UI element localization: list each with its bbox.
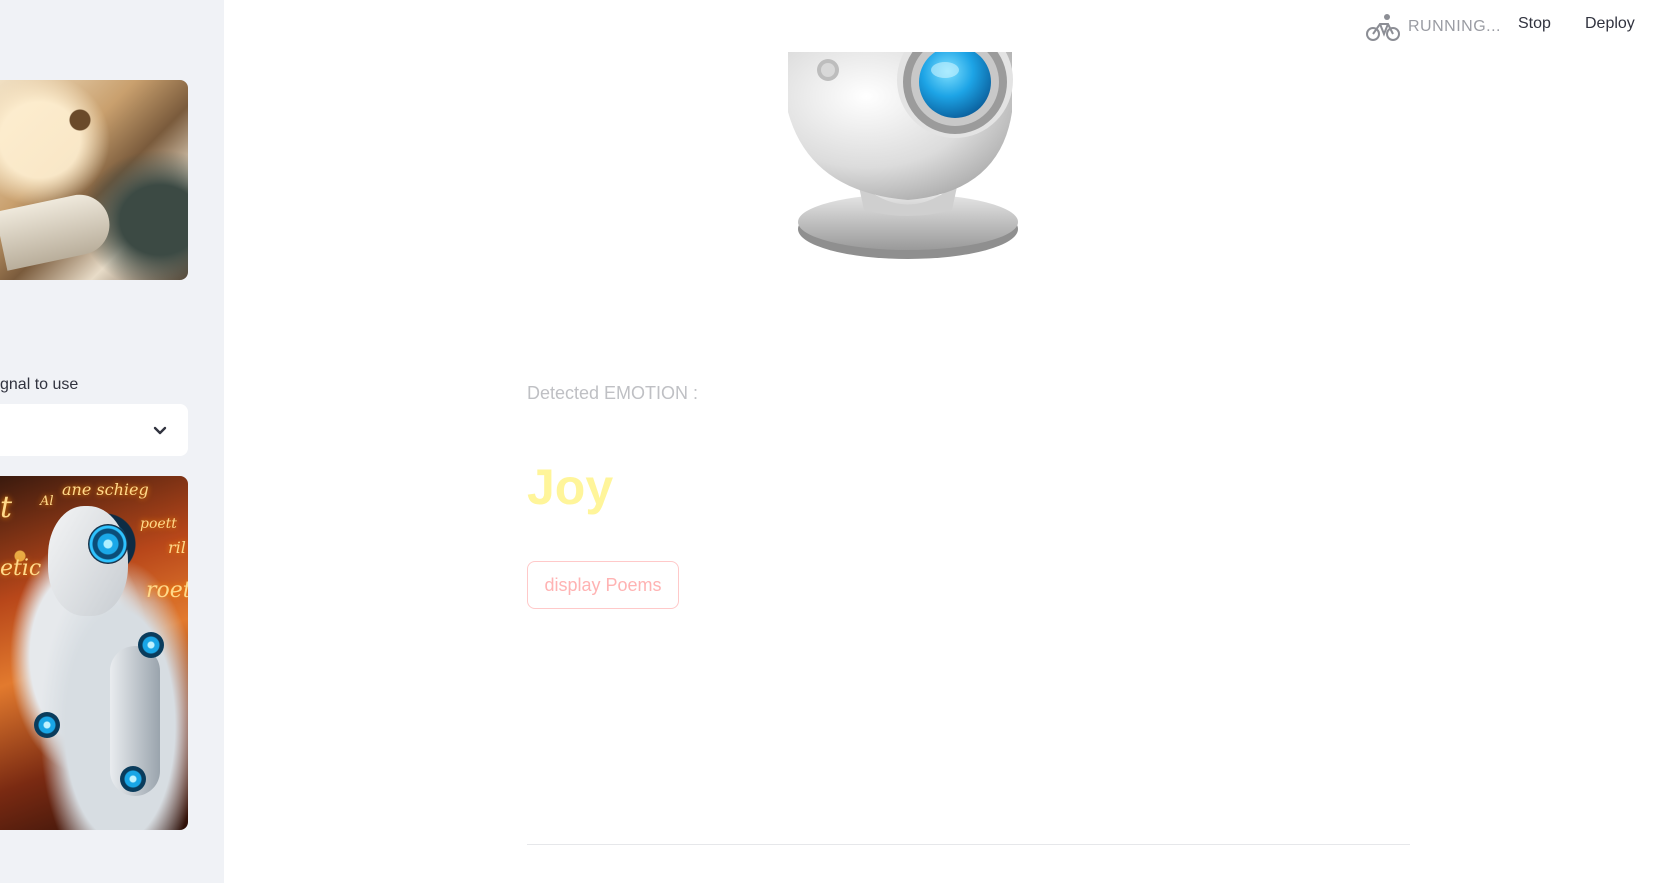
image-word: Al <box>40 494 54 509</box>
display-poems-button[interactable]: display Poems <box>527 561 679 609</box>
image-word: etic <box>0 556 42 581</box>
divider <box>527 844 1410 845</box>
scroll-shape <box>0 189 116 271</box>
image-word: t <box>0 490 13 525</box>
ai-robot-image: ane schieg Al t poett etic roet ril <box>0 476 188 830</box>
image-word: ane schieg <box>62 480 149 499</box>
sidebar: gnal to use ane schieg Al t poett etic r… <box>0 0 224 883</box>
robot-joint <box>120 766 146 792</box>
image-word: roet <box>146 578 188 603</box>
signal-select[interactable] <box>0 404 188 456</box>
emotion-label: Detected EMOTION : <box>527 383 699 403</box>
image-word: ril <box>168 538 186 557</box>
image-word: poett <box>140 516 177 532</box>
stop-button[interactable]: Stop <box>1518 15 1551 33</box>
running-status: RUNNING... <box>1366 12 1501 42</box>
robot-joint <box>34 712 60 738</box>
webcam-icon <box>780 52 1040 272</box>
running-label: RUNNING... <box>1408 18 1501 35</box>
poetry-scroll-image <box>0 80 188 280</box>
select-label: gnal to use <box>0 376 79 393</box>
emotion-value: Joy <box>527 459 614 515</box>
chevron-down-icon <box>153 426 167 435</box>
robot-eye <box>88 524 128 564</box>
deploy-button[interactable]: Deploy <box>1585 15 1635 33</box>
bicycle-icon <box>1366 14 1400 41</box>
robot-joint <box>138 632 164 658</box>
